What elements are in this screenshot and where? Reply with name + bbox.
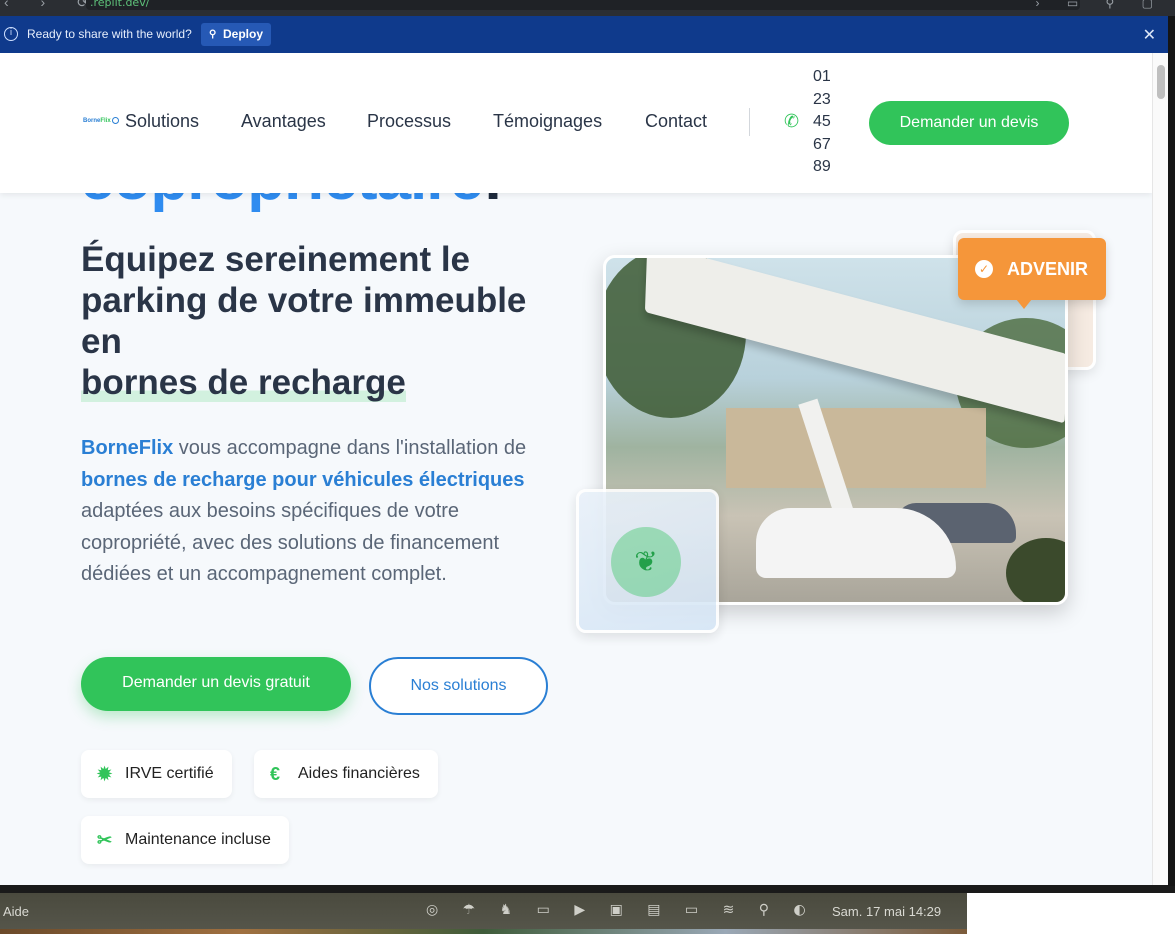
hero-subtitle-highlight: bornes de recharge [81,363,406,402]
window-edge [1168,16,1175,886]
empty-area [967,893,1175,934]
advenir-pointer [1016,299,1032,309]
nav-contact[interactable]: Contact [645,111,707,132]
euro-icon: € [270,764,281,784]
logo-circle-icon [111,117,119,124]
request-free-quote-button[interactable]: Demander un devis gratuit [81,657,351,711]
badge-label: Maintenance incluse [125,831,271,848]
status-icons[interactable]: ◎ ☂ ♞ ▭ ▶ ▣ ▤ ▭ ≋ ⚲ ◐ [426,902,816,918]
badge-maintenance: ✂ Maintenance incluse [81,816,289,864]
our-solutions-button[interactable]: Nos solutions [369,657,548,715]
phone-number[interactable]: 01 23 45 67 89 [813,66,837,179]
logo-flix: Flix [100,118,111,125]
deploy-button[interactable]: ⚲ Deploy [201,23,272,46]
scrollbar-thumb[interactable] [1157,65,1165,99]
lead-brand: BorneFlix [81,437,174,459]
menu-help[interactable]: Aide [3,904,29,919]
banner-message: Ready to share with the world? [27,27,192,41]
tools-icon: ✂ [97,830,113,850]
nav-solutions[interactable]: Solutions [125,111,199,132]
lead-highlight: bornes de recharge pour véhicules électr… [81,468,525,491]
menubar-clock[interactable]: Sam. 17 mai 14:29 [832,904,941,919]
deploy-label: Deploy [223,27,264,41]
nav-avantages[interactable]: Avantages [241,111,326,132]
advenir-label: ADVENIR [1007,259,1089,279]
logo-borne: Borne [83,118,101,125]
deploy-icon: ⚲ [209,29,217,40]
advenir-badge: ✓ ADVENIR [958,238,1106,300]
address-bar[interactable]: .replit.dev/ [86,0,1080,10]
photo-building [726,408,986,488]
system-menubar: Aide ◎ ☂ ♞ ▭ ▶ ▣ ▤ ▭ ≋ ⚲ ◐ Sam. 17 mai 1… [0,893,967,929]
page-viewport: copropriétaire! Équipez sereinement le p… [0,53,1152,885]
lead-text-1: vous accompagne dans l'installation de [173,437,527,459]
leaf-icon: ❦ [611,527,681,597]
request-quote-button[interactable]: Demander un devis [869,101,1069,145]
close-icon[interactable]: ✕ [1143,25,1156,45]
hero-lead: BorneFlix vous accompagne dans l'install… [81,433,541,591]
deploy-banner: i Ready to share with the world? ⚲ Deplo… [0,16,1168,53]
check-circle-icon: ✓ [975,260,993,278]
page-scrollbar[interactable] [1152,53,1168,885]
hero-subtitle: Équipez sereinement le parking de votre … [81,239,541,403]
info-icon: i [4,27,18,41]
photo-car [756,508,956,578]
nav-divider [749,108,750,136]
photo-shrub [1006,538,1065,602]
desktop-wallpaper [0,929,967,934]
browser-toolbar-icons[interactable]: › ▭ ⚲ ▢ [1036,0,1165,10]
site-logo[interactable]: BorneFlix [83,117,119,124]
hero-subtitle-text: Équipez sereinement le parking de votre … [81,240,527,361]
badge-label: Aides financières [298,765,420,782]
nav-processus[interactable]: Processus [367,111,451,132]
phone-icon: ✆ [784,111,800,132]
certified-icon: ✹ [97,764,113,784]
badge-irve: ✹ IRVE certifié [81,750,232,798]
browser-toolbar: ‹ › ⟳ .replit.dev/ › ▭ ⚲ ▢ [0,0,1175,16]
site-header: BorneFlix Solutions Avantages Processus … [0,53,1152,193]
lead-text-2: adaptées aux besoins spécifiques de votr… [81,500,500,585]
badge-label: IRVE certifié [125,765,214,782]
nav-temoignages[interactable]: Témoignages [493,111,602,132]
badge-financial-aid: € Aides financières [254,750,438,798]
